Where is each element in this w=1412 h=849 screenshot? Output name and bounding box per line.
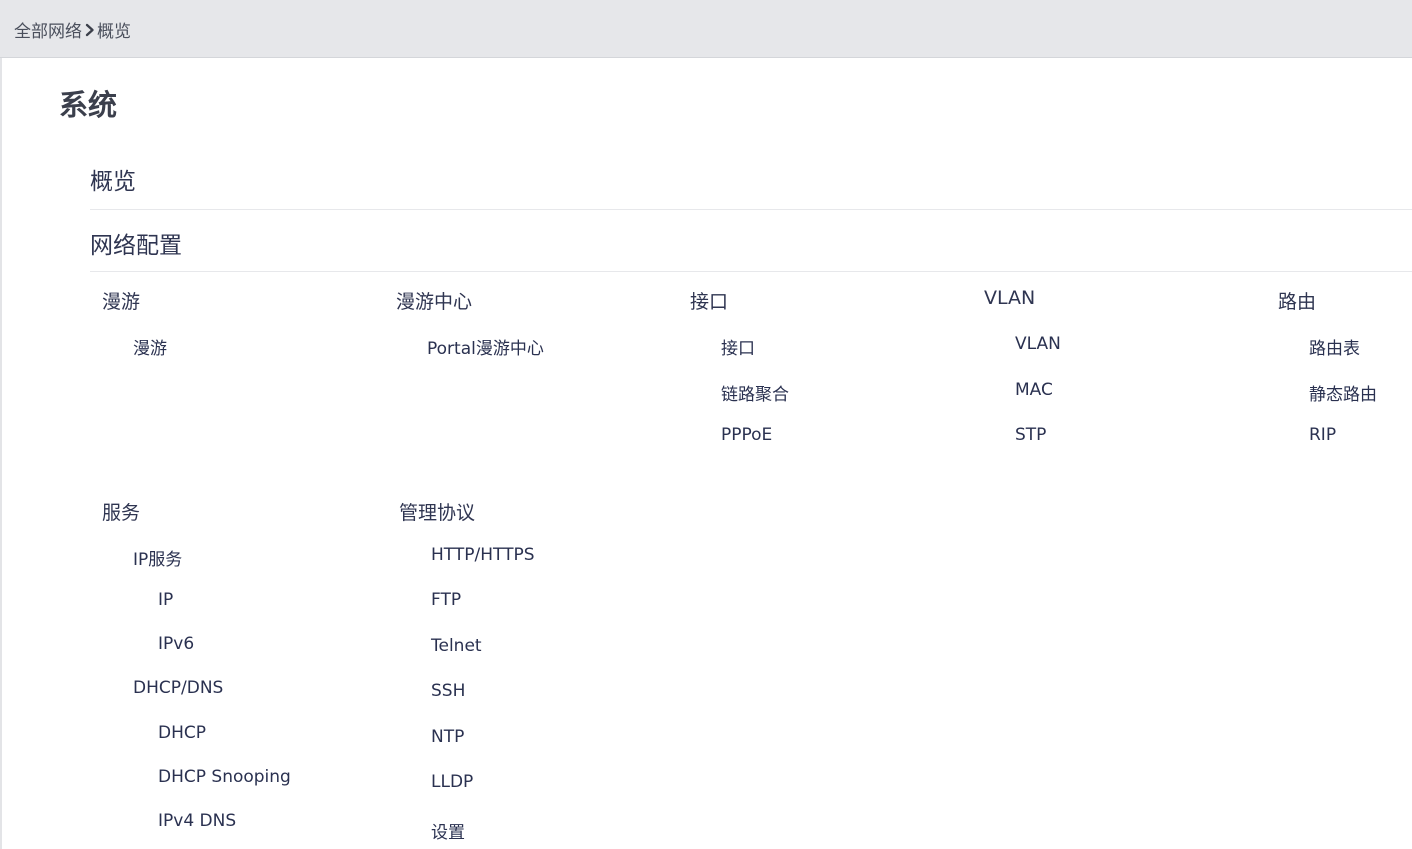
- breadcrumb-root[interactable]: 全部网络: [14, 17, 82, 42]
- section-overview[interactable]: 概览: [90, 148, 1412, 210]
- category-roaming-center-title: 漫游中心: [396, 291, 473, 313]
- menu-item-pppoe[interactable]: PPPoE: [721, 425, 772, 445]
- menu-item-lldp[interactable]: LLDP: [431, 772, 473, 792]
- chevron-right-icon: [85, 23, 94, 36]
- menu-item-portal-roaming-center[interactable]: Portal漫游中心: [427, 334, 544, 359]
- section-overview-label[interactable]: 概览: [90, 162, 136, 196]
- category-interface-title: 接口: [690, 291, 729, 313]
- menu-item-stp[interactable]: STP: [1015, 425, 1046, 445]
- section-network-config-label[interactable]: 网络配置: [90, 226, 182, 260]
- category-roaming-title: 漫游: [102, 291, 141, 313]
- category-routing-title: 路由: [1278, 291, 1317, 313]
- menu-group-ip-services[interactable]: IP服务: [133, 545, 182, 570]
- menu-group-dhcp-dns[interactable]: DHCP/DNS: [133, 678, 223, 698]
- menu-item-telnet[interactable]: Telnet: [431, 636, 482, 656]
- left-divider: [0, 58, 2, 849]
- menu-item-dhcp[interactable]: DHCP: [158, 723, 206, 743]
- menu-item-ftp[interactable]: FTP: [431, 590, 461, 610]
- menu-item-ip[interactable]: IP: [158, 590, 173, 610]
- section-network-config[interactable]: 网络配置: [90, 210, 1412, 272]
- menu-item-static-routing[interactable]: 静态路由: [1309, 380, 1377, 405]
- menu-item-dhcp-snooping[interactable]: DHCP Snooping: [158, 767, 291, 787]
- menu-item-ipv6[interactable]: IPv6: [158, 634, 194, 654]
- menu-item-ipv4-dns[interactable]: IPv4 DNS: [158, 811, 236, 831]
- menu-item-roaming[interactable]: 漫游: [133, 334, 167, 359]
- menu-item-settings[interactable]: 设置: [431, 818, 465, 843]
- category-services-title: 服务: [102, 502, 141, 524]
- menu-item-ssh[interactable]: SSH: [431, 681, 465, 701]
- menu-item-vlan[interactable]: VLAN: [1015, 334, 1061, 354]
- menu-item-routing-table[interactable]: 路由表: [1309, 334, 1360, 359]
- category-vlan-title: VLAN: [984, 287, 1036, 309]
- breadcrumb: 全部网络 概览: [14, 17, 131, 42]
- menu-item-http-https[interactable]: HTTP/HTTPS: [431, 545, 535, 565]
- category-management-title: 管理协议: [399, 502, 476, 524]
- menu-item-rip[interactable]: RIP: [1309, 425, 1336, 445]
- top-bar: 全部网络 概览: [0, 0, 1412, 58]
- page-title: 系统: [59, 88, 118, 122]
- menu-item-link-aggregation[interactable]: 链路聚合: [721, 380, 789, 405]
- menu-item-ntp[interactable]: NTP: [431, 727, 464, 747]
- menu-item-interface[interactable]: 接口: [721, 334, 755, 359]
- menu-item-mac[interactable]: MAC: [1015, 380, 1053, 400]
- breadcrumb-current: 概览: [97, 22, 131, 42]
